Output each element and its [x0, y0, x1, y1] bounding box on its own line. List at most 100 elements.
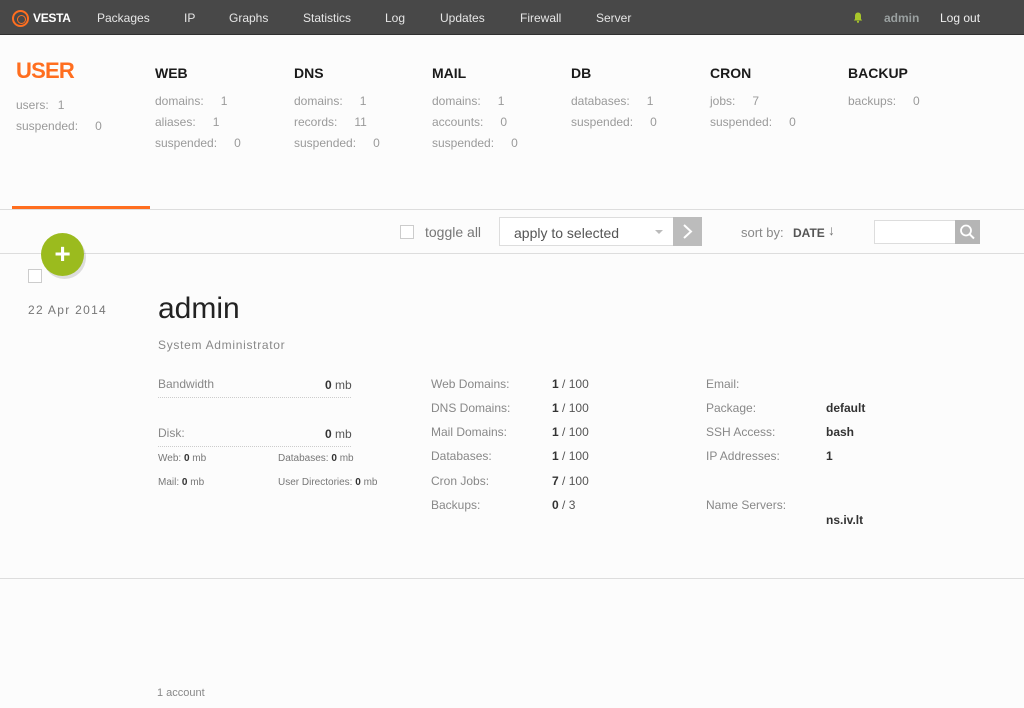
disk-web: Web: 0 mb — [158, 453, 206, 464]
bulk-action-select[interactable]: apply to selected — [499, 217, 674, 246]
stat-dns[interactable]: DNS domains: 1 records: 11 suspended: 0 — [294, 60, 380, 154]
disk-mail-label: Mail: — [158, 477, 180, 488]
stat-db[interactable]: DB databases: 1 suspended: 0 — [571, 60, 657, 133]
search-icon — [960, 224, 975, 240]
stat-value: 0 — [500, 115, 508, 129]
stat-label: users: — [16, 98, 49, 112]
limit-label: Cron Jobs: — [431, 474, 490, 488]
stat-mail-title[interactable]: MAIL — [432, 60, 518, 86]
disk-databases-value: 0 — [331, 453, 337, 464]
nav-statistics[interactable]: Statistics — [303, 11, 351, 25]
limit-sep: / — [562, 449, 566, 463]
limit-value: 1 / 100 — [552, 401, 589, 415]
stat-web[interactable]: WEB domains: 1 aliases: 1 suspended: 0 — [155, 60, 241, 154]
stat-label: accounts: — [432, 115, 484, 129]
stat-label: suspended: — [294, 136, 357, 150]
stat-value: 0 — [913, 94, 920, 108]
disk-web-unit: mb — [192, 453, 207, 464]
nav-log[interactable]: Log — [385, 11, 405, 25]
nav-graphs[interactable]: Graphs — [229, 11, 268, 25]
stat-value: 1 — [359, 94, 367, 108]
bandwidth-unit: mb — [335, 378, 352, 392]
search-input[interactable] — [874, 220, 956, 244]
limit-max: 100 — [568, 377, 589, 391]
stat-label: suspended: — [16, 119, 79, 133]
plus-icon: + — [54, 238, 71, 269]
stat-value: 0 — [234, 136, 241, 150]
logo-icon — [12, 9, 29, 27]
ns-label: Name Servers: — [706, 498, 787, 512]
sort-label: sort by: — [741, 225, 784, 240]
stat-db-title[interactable]: DB — [571, 60, 657, 86]
nav-packages[interactable]: Packages — [97, 11, 150, 25]
logout-link[interactable]: Log out — [940, 11, 980, 25]
stat-cron-title[interactable]: CRON — [710, 60, 796, 86]
ssh-label: SSH Access: — [706, 425, 776, 439]
nav-server[interactable]: Server — [596, 11, 631, 25]
sort-direction-icon[interactable]: ↓ — [828, 222, 835, 238]
nav-updates[interactable]: Updates — [440, 11, 485, 25]
limit-sep: / — [562, 425, 566, 439]
vesta-logo[interactable]: VESTA — [12, 8, 71, 28]
stat-label: suspended: — [710, 115, 773, 129]
stat-dns-title[interactable]: DNS — [294, 60, 380, 86]
toggle-all-label[interactable]: toggle all — [425, 224, 481, 240]
stat-value: 1 — [646, 94, 654, 108]
limit-value: 0 / 3 — [552, 498, 575, 512]
limit-value: 7 / 100 — [552, 474, 589, 488]
sort-dropdown[interactable]: DATE — [793, 226, 825, 240]
limit-sep: / — [562, 498, 566, 512]
stat-value: 1 — [497, 94, 505, 108]
stat-label: suspended: — [155, 136, 218, 150]
limit-max: 100 — [568, 401, 589, 415]
ip-label: IP Addresses: — [706, 449, 780, 463]
disk-value: 0 mb — [325, 427, 352, 441]
stat-value: 1 — [212, 115, 220, 129]
limit-used: 0 — [552, 498, 559, 512]
disk-databases-label: Databases: — [278, 453, 329, 464]
bandwidth-label: Bandwidth — [158, 377, 215, 391]
disk-web-label: Web: — [158, 453, 182, 464]
chevron-right-icon — [683, 224, 693, 239]
bell-icon[interactable] — [853, 12, 863, 23]
limit-used: 1 — [552, 425, 559, 439]
limit-sep: / — [562, 474, 566, 488]
stat-label: domains: — [294, 94, 343, 108]
limit-max: 100 — [568, 449, 589, 463]
stat-cron[interactable]: CRON jobs: 7 suspended: 0 — [710, 60, 796, 133]
logo-text: VESTA — [33, 11, 71, 25]
search-button[interactable] — [955, 220, 980, 244]
account-name[interactable]: admin — [158, 292, 240, 326]
stat-label: suspended: — [432, 136, 495, 150]
toggle-all-checkbox[interactable] — [400, 225, 414, 239]
bandwidth-number: 0 — [325, 378, 332, 392]
limit-used: 7 — [552, 474, 559, 488]
disk-mail: Mail: 0 mb — [158, 477, 204, 488]
stat-label: domains: — [432, 94, 481, 108]
stat-backup-title[interactable]: BACKUP — [848, 60, 920, 86]
disk-userdirs-label: User Directories: — [278, 477, 353, 488]
divider — [158, 446, 351, 447]
stat-user[interactable]: USER users: 1 suspended: 0 — [16, 60, 102, 137]
package-label: Package: — [706, 401, 757, 415]
divider — [0, 209, 1024, 210]
nav-ip[interactable]: IP — [184, 11, 195, 25]
nav-user[interactable]: admin — [884, 11, 919, 25]
add-user-button[interactable]: + — [41, 233, 84, 276]
stat-backup[interactable]: BACKUP backups: 0 — [848, 60, 920, 112]
stat-user-title[interactable]: USER — [16, 60, 102, 86]
stat-value: 7 — [752, 94, 760, 108]
account-date: 22 Apr 2014 — [28, 303, 108, 317]
nav-firewall[interactable]: Firewall — [520, 11, 561, 25]
stat-value: 0 — [95, 119, 102, 133]
limit-sep: / — [562, 377, 566, 391]
stat-mail[interactable]: MAIL domains: 1 accounts: 0 suspended: 0 — [432, 60, 518, 154]
stat-web-title[interactable]: WEB — [155, 60, 241, 86]
disk-label: Disk: — [158, 426, 185, 440]
package-value: default — [826, 401, 866, 415]
disk-userdirs: User Directories: 0 mb — [278, 477, 378, 488]
caret-down-icon — [655, 230, 663, 234]
row-checkbox[interactable] — [28, 269, 42, 283]
ssh-value: bash — [826, 425, 855, 439]
apply-button[interactable] — [673, 217, 702, 246]
